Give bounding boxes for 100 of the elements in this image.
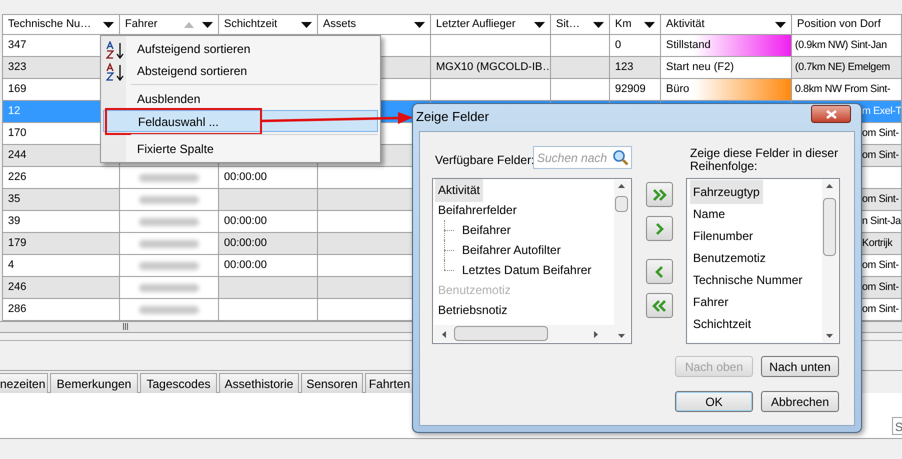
- dialog-button[interactable]: Nach unten: [761, 356, 839, 377]
- scroll-left-icon[interactable]: [442, 331, 446, 338]
- table-cell-text: m Exel-T: [862, 104, 901, 119]
- blurred-text: [139, 174, 199, 182]
- table-cell-text: om Sint-: [862, 280, 899, 295]
- list-item[interactable]: Filenumber: [690, 224, 756, 248]
- table-cell-text: 35: [8, 192, 20, 208]
- window-title: Zeige Felder: [416, 108, 489, 126]
- dropdown-icon[interactable]: [414, 22, 425, 28]
- tab[interactable]: nezeiten: [0, 373, 48, 393]
- blurred-text: [139, 262, 199, 270]
- table-cell-text: 39: [8, 214, 20, 230]
- scrollbar-grip-icon[interactable]: [123, 323, 131, 330]
- tab[interactable]: Bemerkungen: [50, 373, 138, 393]
- table-cell-text: 00:00:00: [224, 258, 267, 274]
- column-header[interactable]: Position von Dorf: [792, 15, 902, 34]
- column-header[interactable]: Letzter Auflieger: [431, 15, 551, 34]
- column-title: Km: [615, 17, 632, 32]
- column-header[interactable]: Assets: [318, 15, 431, 34]
- table-cell-text: om Sint-: [862, 192, 899, 207]
- blurred-text: [139, 196, 199, 204]
- horizontal-scrollbar[interactable]: [434, 325, 614, 342]
- table-cell-text: 0: [615, 38, 622, 54]
- column-header[interactable]: Aktivität: [661, 15, 792, 34]
- column-header[interactable]: Technische Nu…: [3, 15, 120, 34]
- scrollbar-thumb[interactable]: [454, 326, 548, 341]
- table-cell-text: Kortrijk: [862, 236, 892, 251]
- menu-item[interactable]: Fixierte Spalte: [103, 138, 378, 160]
- list-item[interactable]: Benutzemotiz: [690, 246, 769, 270]
- table-cell-text: 00:00:00: [224, 236, 267, 252]
- table-cell-text: 123: [615, 60, 634, 76]
- table-cell-text: 92909: [615, 82, 646, 98]
- table-cell-text: 226: [8, 170, 26, 186]
- search-field[interactable]: Suchen nach: [533, 146, 632, 169]
- table-cell-text: om Sint-: [862, 148, 899, 163]
- dialog-button[interactable]: Abbrechen: [761, 391, 839, 412]
- column-header[interactable]: Sit…: [551, 15, 610, 34]
- column-header[interactable]: Km: [610, 15, 661, 34]
- column-title: Sit…: [556, 17, 581, 32]
- dropdown-icon[interactable]: [103, 22, 114, 28]
- sort-icon: [106, 41, 126, 59]
- column-title: Fahrer: [125, 17, 158, 32]
- list-item[interactable]: Fahrzeugtyp: [690, 180, 763, 204]
- search-icon[interactable]: [612, 149, 629, 166]
- table-cell-text: 170: [8, 126, 26, 142]
- blurred-text: [139, 284, 199, 292]
- dropdown-icon[interactable]: [775, 22, 786, 28]
- remove-button[interactable]: [646, 259, 673, 284]
- arrow-icon: [652, 298, 667, 314]
- list-item[interactable]: Technische Nummer: [690, 268, 806, 292]
- scrollbar-thumb[interactable]: [823, 198, 836, 256]
- table-cell-text: 00:00:00: [224, 214, 267, 230]
- dropdown-icon[interactable]: [644, 22, 655, 28]
- table-cell-text: 347: [8, 38, 26, 54]
- remove-all-button[interactable]: [646, 293, 673, 318]
- table-cell-text: 286: [8, 302, 26, 318]
- list-item[interactable]: Schichtzeit: [690, 312, 754, 336]
- column-header[interactable]: Schichtzeit: [219, 15, 318, 34]
- scroll-right-icon[interactable]: [594, 331, 598, 338]
- close-button[interactable]: [811, 105, 851, 123]
- tab[interactable]: Sensoren: [301, 373, 363, 393]
- dialog-button[interactable]: OK: [675, 391, 753, 412]
- sort-icon: [106, 63, 126, 81]
- table-cell-text: 4: [8, 258, 14, 274]
- menu-item[interactable]: Feldauswahl ...: [103, 110, 378, 132]
- menu-item[interactable]: Ausblenden: [103, 88, 378, 110]
- dropdown-icon[interactable]: [202, 22, 213, 28]
- table-cell-text: (0.9km NW) Sint-Jan: [795, 38, 887, 53]
- column-header[interactable]: Fahrer: [120, 15, 219, 34]
- menu-item[interactable]: Aufsteigend sortieren: [103, 38, 378, 60]
- table-cell-text: MGX10 (MGCOLD-IB…: [436, 60, 550, 76]
- table-cell-text: 169: [8, 82, 26, 98]
- dropdown-icon[interactable]: [593, 22, 604, 28]
- add-button[interactable]: [646, 216, 673, 241]
- table-cell-text: 179: [8, 236, 26, 252]
- add-all-button[interactable]: [646, 182, 673, 207]
- arrow-icon: [652, 186, 667, 202]
- list-box[interactable]: Fahrzeugtyp Name Filenumber Benutzemotiz Technische Nummer Fahrer Schichtzeit: [686, 178, 840, 344]
- table-cell-text: 12: [8, 104, 20, 120]
- field-label: Zeige diese Felder in dieser Reihenfolge:: [690, 147, 840, 173]
- tab[interactable]: Fahrten: [365, 373, 414, 393]
- column-title: Assets: [323, 17, 358, 32]
- list-item[interactable]: Aktivität: [435, 179, 484, 202]
- table-cell-text: 00:00:00: [224, 170, 267, 186]
- vertical-scrollbar[interactable]: [822, 180, 838, 342]
- list-item[interactable]: Name: [690, 202, 728, 226]
- blurred-text: [139, 240, 199, 248]
- tab[interactable]: Assethistorie: [219, 373, 299, 393]
- list-item[interactable]: Fahrer: [690, 290, 732, 314]
- menu-item[interactable]: Absteigend sortieren: [103, 60, 378, 82]
- dropdown-icon[interactable]: [534, 22, 545, 28]
- dropdown-icon[interactable]: [301, 22, 312, 28]
- table-cell: Start neu (F2): [661, 57, 791, 78]
- vertical-scrollbar[interactable]: [614, 180, 630, 342]
- table-cell-text: (0.7km NE) Emelgem: [795, 60, 890, 75]
- scrollbar-thumb[interactable]: [615, 196, 628, 212]
- table-cell-text: 244: [8, 148, 26, 164]
- table-cell-text: om Sint-: [862, 302, 899, 317]
- tab[interactable]: Tagescodes: [140, 373, 217, 393]
- column-title: Technische Nu…: [8, 17, 92, 32]
